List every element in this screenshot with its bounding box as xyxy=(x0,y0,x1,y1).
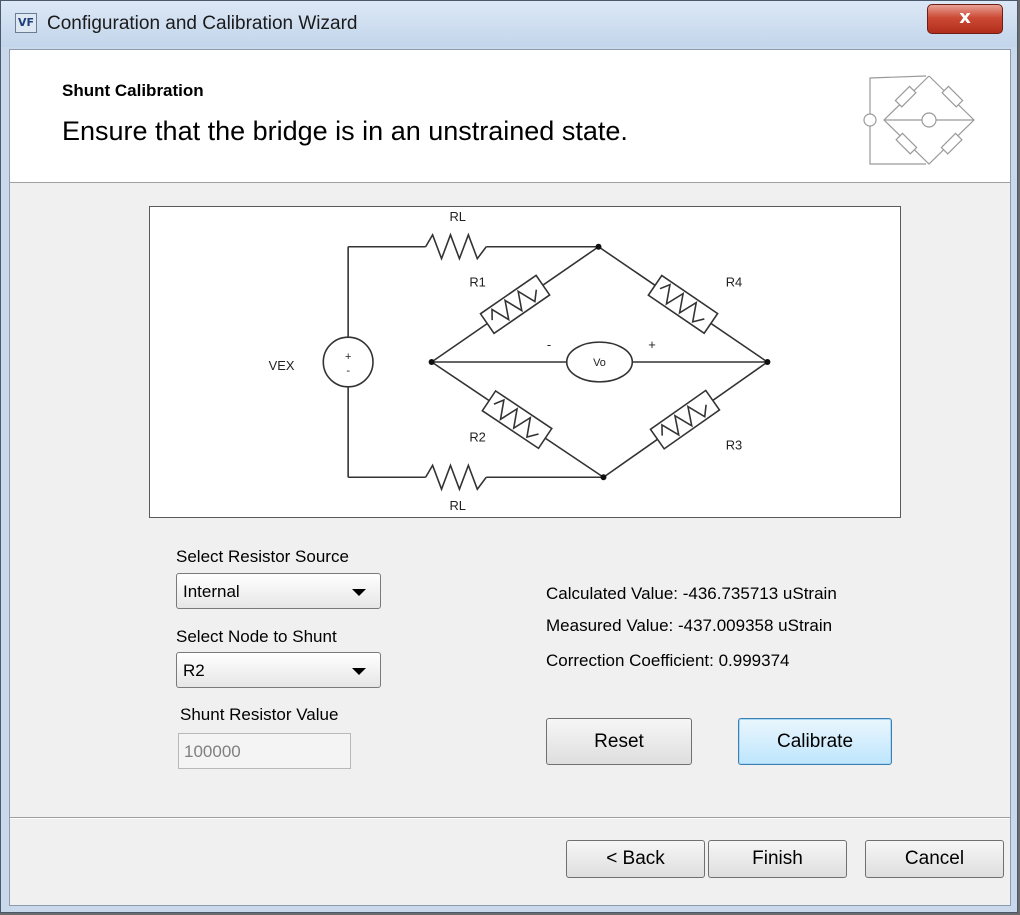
close-icon: x xyxy=(959,7,971,28)
title-bar[interactable]: VF Configuration and Calibration Wizard … xyxy=(1,1,1017,47)
wizard-client-area: Shunt Calibration Ensure that the bridge… xyxy=(9,49,1011,906)
footer-separator xyxy=(10,817,1010,819)
calculated-value: Calculated Value: -436.735713 uStrain xyxy=(546,584,837,603)
label-vo: Vo xyxy=(593,357,606,369)
app-icon: VF xyxy=(15,13,37,33)
page-description: Ensure that the bridge is in an unstrain… xyxy=(62,116,628,146)
label-r1: R1 xyxy=(469,274,486,289)
label-source-plus: + xyxy=(345,351,351,363)
wizard-header: Shunt Calibration Ensure that the bridge… xyxy=(10,50,1010,183)
label-r3: R3 xyxy=(726,437,743,452)
label-rl-top: RL xyxy=(449,209,466,224)
cancel-button[interactable]: Cancel xyxy=(865,840,1004,878)
finish-button[interactable]: Finish xyxy=(708,840,847,878)
node-to-shunt-select[interactable]: R2 xyxy=(176,652,381,688)
label-rl-bottom: RL xyxy=(449,498,466,513)
node-to-shunt-label: Select Node to Shunt xyxy=(176,627,337,646)
shunt-resistor-field[interactable]: 100000 xyxy=(178,733,351,769)
window-title: Configuration and Calibration Wizard xyxy=(47,13,358,34)
chevron-down-icon xyxy=(352,668,366,675)
bridge-thumbnail-icon xyxy=(856,68,1002,176)
label-r2: R2 xyxy=(469,429,486,444)
reset-button[interactable]: Reset xyxy=(546,718,692,765)
wizard-window: VF Configuration and Calibration Wizard … xyxy=(0,0,1018,913)
correction-coefficient: Correction Coefficient: 0.999374 xyxy=(546,651,790,670)
shunt-resistor-label: Shunt Resistor Value xyxy=(180,705,339,724)
label-source-minus: - xyxy=(346,365,350,377)
chevron-down-icon xyxy=(352,589,366,596)
label-minus: - xyxy=(547,337,551,352)
resistor-source-select[interactable]: Internal xyxy=(176,573,381,609)
calibrate-button[interactable]: Calibrate xyxy=(738,718,892,765)
wheatstone-bridge-diagram: RL RL R1 R2 R3 R4 VEX - + Vo + - xyxy=(149,206,901,518)
resistor-source-value: Internal xyxy=(183,582,240,601)
label-r4: R4 xyxy=(726,274,743,289)
page-title: Shunt Calibration xyxy=(62,81,204,100)
label-vex: VEX xyxy=(269,358,295,373)
node-to-shunt-value: R2 xyxy=(183,661,205,680)
resistor-source-label: Select Resistor Source xyxy=(176,547,349,566)
label-plus: + xyxy=(648,337,656,352)
back-button[interactable]: < Back xyxy=(566,840,705,878)
close-button[interactable]: x xyxy=(927,4,1003,34)
measured-value: Measured Value: -437.009358 uStrain xyxy=(546,616,833,635)
